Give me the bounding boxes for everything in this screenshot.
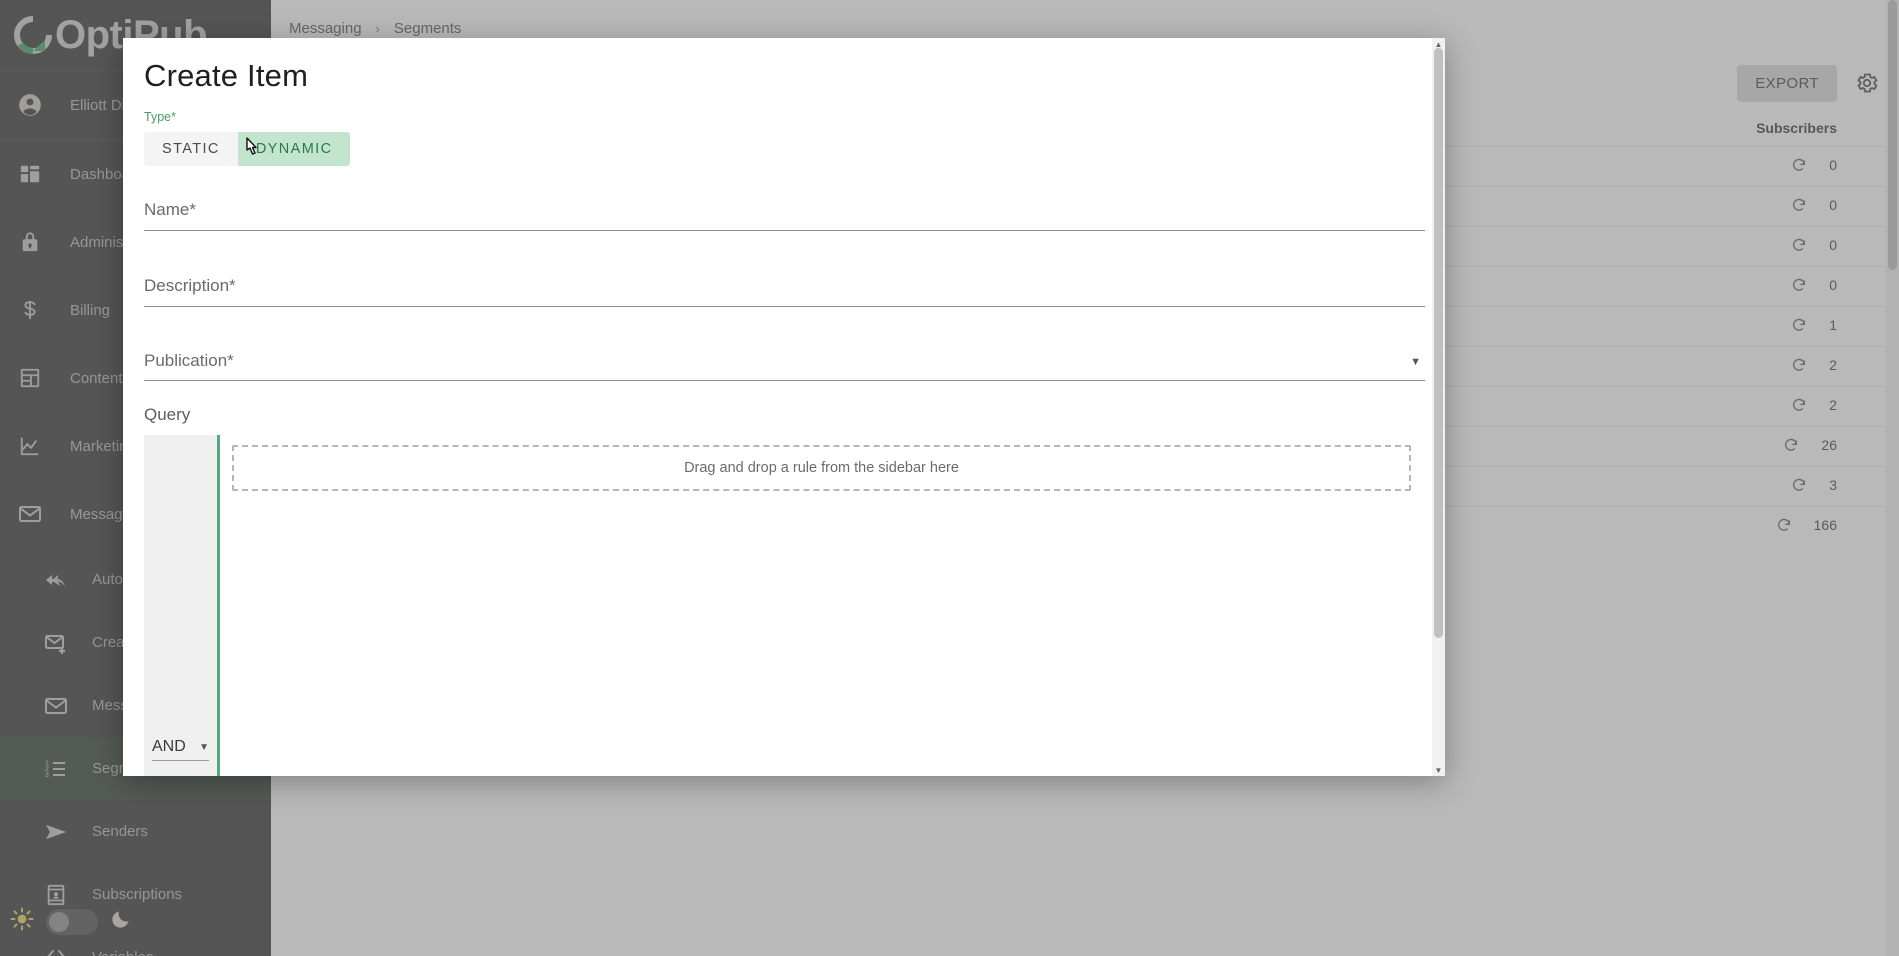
rule-dropzone[interactable]: Drag and drop a rule from the sidebar he…: [232, 445, 1411, 491]
logic-operator-value: AND: [152, 738, 186, 755]
scroll-down-arrow-icon[interactable]: ▼: [1432, 764, 1445, 776]
description-field-underline: [144, 306, 1425, 307]
dialog-title: Create Item: [144, 58, 309, 93]
description-field[interactable]: Description*: [144, 276, 1425, 307]
logic-operator-column: AND ▼: [144, 435, 220, 776]
publication-field-label: Publication*: [144, 351, 234, 370]
app-root: OptiPub Elliott Ditman Dashboard: [0, 0, 1899, 956]
rule-drop-column: Drag and drop a rule from the sidebar he…: [220, 435, 1425, 776]
query-label: Query: [144, 405, 191, 424]
name-field-underline: [144, 230, 1425, 231]
type-field-label: Type*: [144, 110, 176, 124]
name-field[interactable]: Name*: [144, 200, 1425, 231]
chevron-down-icon: ▼: [199, 741, 209, 753]
logic-operator-select[interactable]: AND ▼: [152, 738, 209, 761]
publication-select[interactable]: Publication* ▼: [144, 351, 1425, 381]
publication-field-underline: [144, 380, 1425, 381]
description-field-label: Description*: [144, 276, 236, 295]
chevron-down-icon[interactable]: ▼: [1410, 356, 1421, 368]
name-field-label: Name*: [144, 200, 196, 219]
type-option-dynamic[interactable]: DYNAMIC: [237, 132, 351, 166]
dialog-scrollbar-thumb[interactable]: [1434, 48, 1443, 638]
type-option-static[interactable]: STATIC: [144, 132, 238, 166]
type-toggle-group: STATIC DYNAMIC: [144, 132, 351, 166]
query-builder: AND ▼ Drag and drop a rule from the side…: [144, 435, 1425, 776]
dialog-scrollbar[interactable]: ▲ ▼: [1432, 38, 1445, 776]
dialog-body: Create Item Type* STATIC DYNAMIC Name* D…: [123, 38, 1445, 776]
create-item-dialog: Create Item Type* STATIC DYNAMIC Name* D…: [123, 38, 1445, 776]
